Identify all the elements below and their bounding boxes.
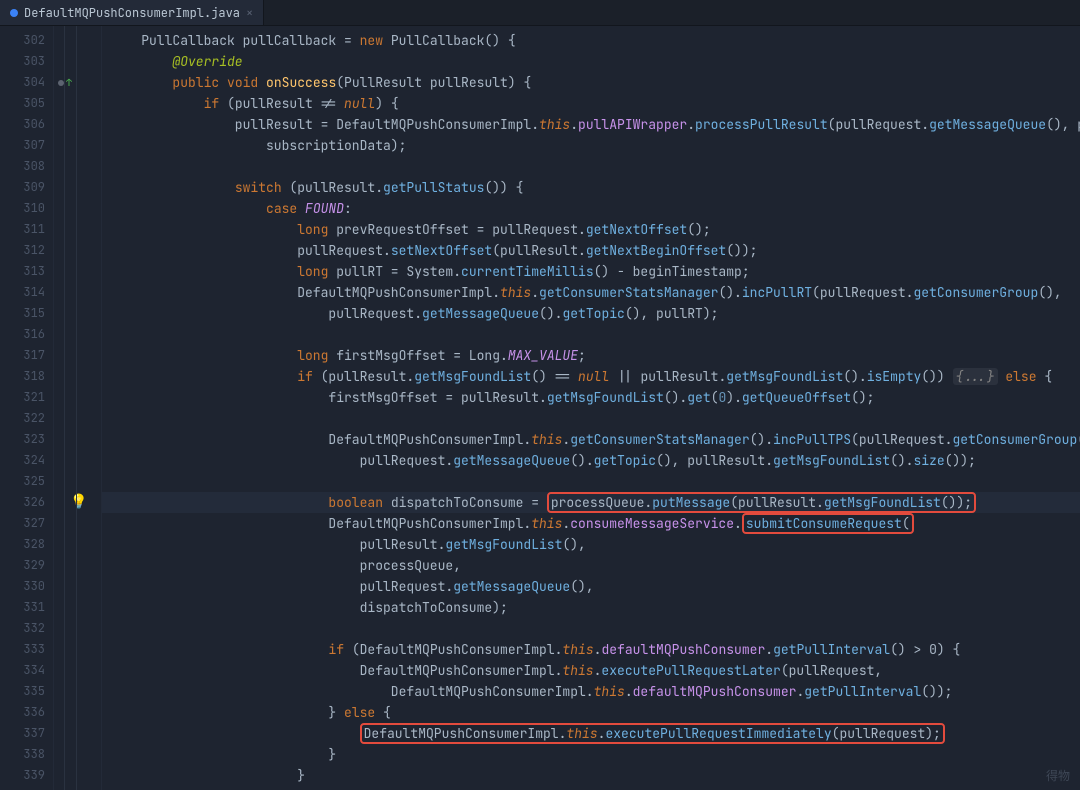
code-line[interactable]	[102, 324, 1080, 345]
code-line[interactable]: firstMsgOffset = pullResult.getMsgFoundL…	[102, 387, 1080, 408]
file-tab[interactable]: DefaultMQPushConsumerImpl.java ×	[0, 0, 264, 25]
code-line[interactable]: } else {	[102, 702, 1080, 723]
java-file-icon	[10, 9, 18, 17]
code-line[interactable]: pullRequest.getMessageQueue().getTopic()…	[102, 303, 1080, 324]
code-line[interactable]: pullRequest.setNextOffset(pullResult.get…	[102, 240, 1080, 261]
code-line[interactable]	[102, 618, 1080, 639]
code-line[interactable]: long prevRequestOffset = pullRequest.get…	[102, 219, 1080, 240]
code-line[interactable]: if (DefaultMQPushConsumerImpl.this.defau…	[102, 639, 1080, 660]
code-line[interactable]: boolean dispatchToConsume = processQueue…	[102, 492, 1080, 513]
code-line[interactable]: DefaultMQPushConsumerImpl.this.consumeMe…	[102, 513, 1080, 534]
code-line[interactable]: DefaultMQPushConsumerImpl.this.getConsum…	[102, 282, 1080, 303]
code-line[interactable]: DefaultMQPushConsumerImpl.this.defaultMQ…	[102, 681, 1080, 702]
code-line[interactable]: switch (pullResult.getPullStatus()) {	[102, 177, 1080, 198]
code-line[interactable]: long firstMsgOffset = Long.MAX_VALUE;	[102, 345, 1080, 366]
code-line[interactable]: pullResult.getMsgFoundList(),	[102, 534, 1080, 555]
code-line[interactable]: }	[102, 744, 1080, 765]
code-line[interactable]: public void onSuccess(PullResult pullRes…	[102, 72, 1080, 93]
code-line[interactable]: processQueue,	[102, 555, 1080, 576]
code-line[interactable]: if (pullResult != null) {	[102, 93, 1080, 114]
code-line[interactable]: DefaultMQPushConsumerImpl.this.executePu…	[102, 723, 1080, 744]
editor: 3023033043053063073083093103113123133143…	[0, 26, 1080, 790]
close-icon[interactable]: ×	[246, 5, 253, 21]
line-number-gutter: 3023033043053063073083093103113123133143…	[0, 26, 54, 790]
tab-bar: DefaultMQPushConsumerImpl.java ×	[0, 0, 1080, 26]
code-line[interactable]: case FOUND:	[102, 198, 1080, 219]
code-line[interactable]: subscriptionData);	[102, 135, 1080, 156]
code-line[interactable]	[102, 156, 1080, 177]
marker-gutter: ↑💡	[54, 26, 102, 790]
code-line[interactable]	[102, 471, 1080, 492]
code-line[interactable]: pullRequest.getMessageQueue().getTopic()…	[102, 450, 1080, 471]
code-line[interactable]: @Override	[102, 51, 1080, 72]
code-line[interactable]: long pullRT = System.currentTimeMillis()…	[102, 261, 1080, 282]
code-line[interactable]: if (pullResult.getMsgFoundList() == null…	[102, 366, 1080, 387]
code-line[interactable]	[102, 408, 1080, 429]
code-line[interactable]: PullCallback pullCallback = new PullCall…	[102, 30, 1080, 51]
tab-filename: DefaultMQPushConsumerImpl.java	[24, 5, 240, 21]
code-line[interactable]: pullResult = DefaultMQPushConsumerImpl.t…	[102, 114, 1080, 135]
code-line[interactable]: pullRequest.getMessageQueue(),	[102, 576, 1080, 597]
code-line[interactable]: DefaultMQPushConsumerImpl.this.executePu…	[102, 660, 1080, 681]
code-line[interactable]: DefaultMQPushConsumerImpl.this.getConsum…	[102, 429, 1080, 450]
code-line[interactable]: dispatchToConsume);	[102, 597, 1080, 618]
watermark: 得物	[1046, 767, 1070, 784]
code-area[interactable]: PullCallback pullCallback = new PullCall…	[102, 26, 1080, 790]
code-line[interactable]: }	[102, 765, 1080, 786]
